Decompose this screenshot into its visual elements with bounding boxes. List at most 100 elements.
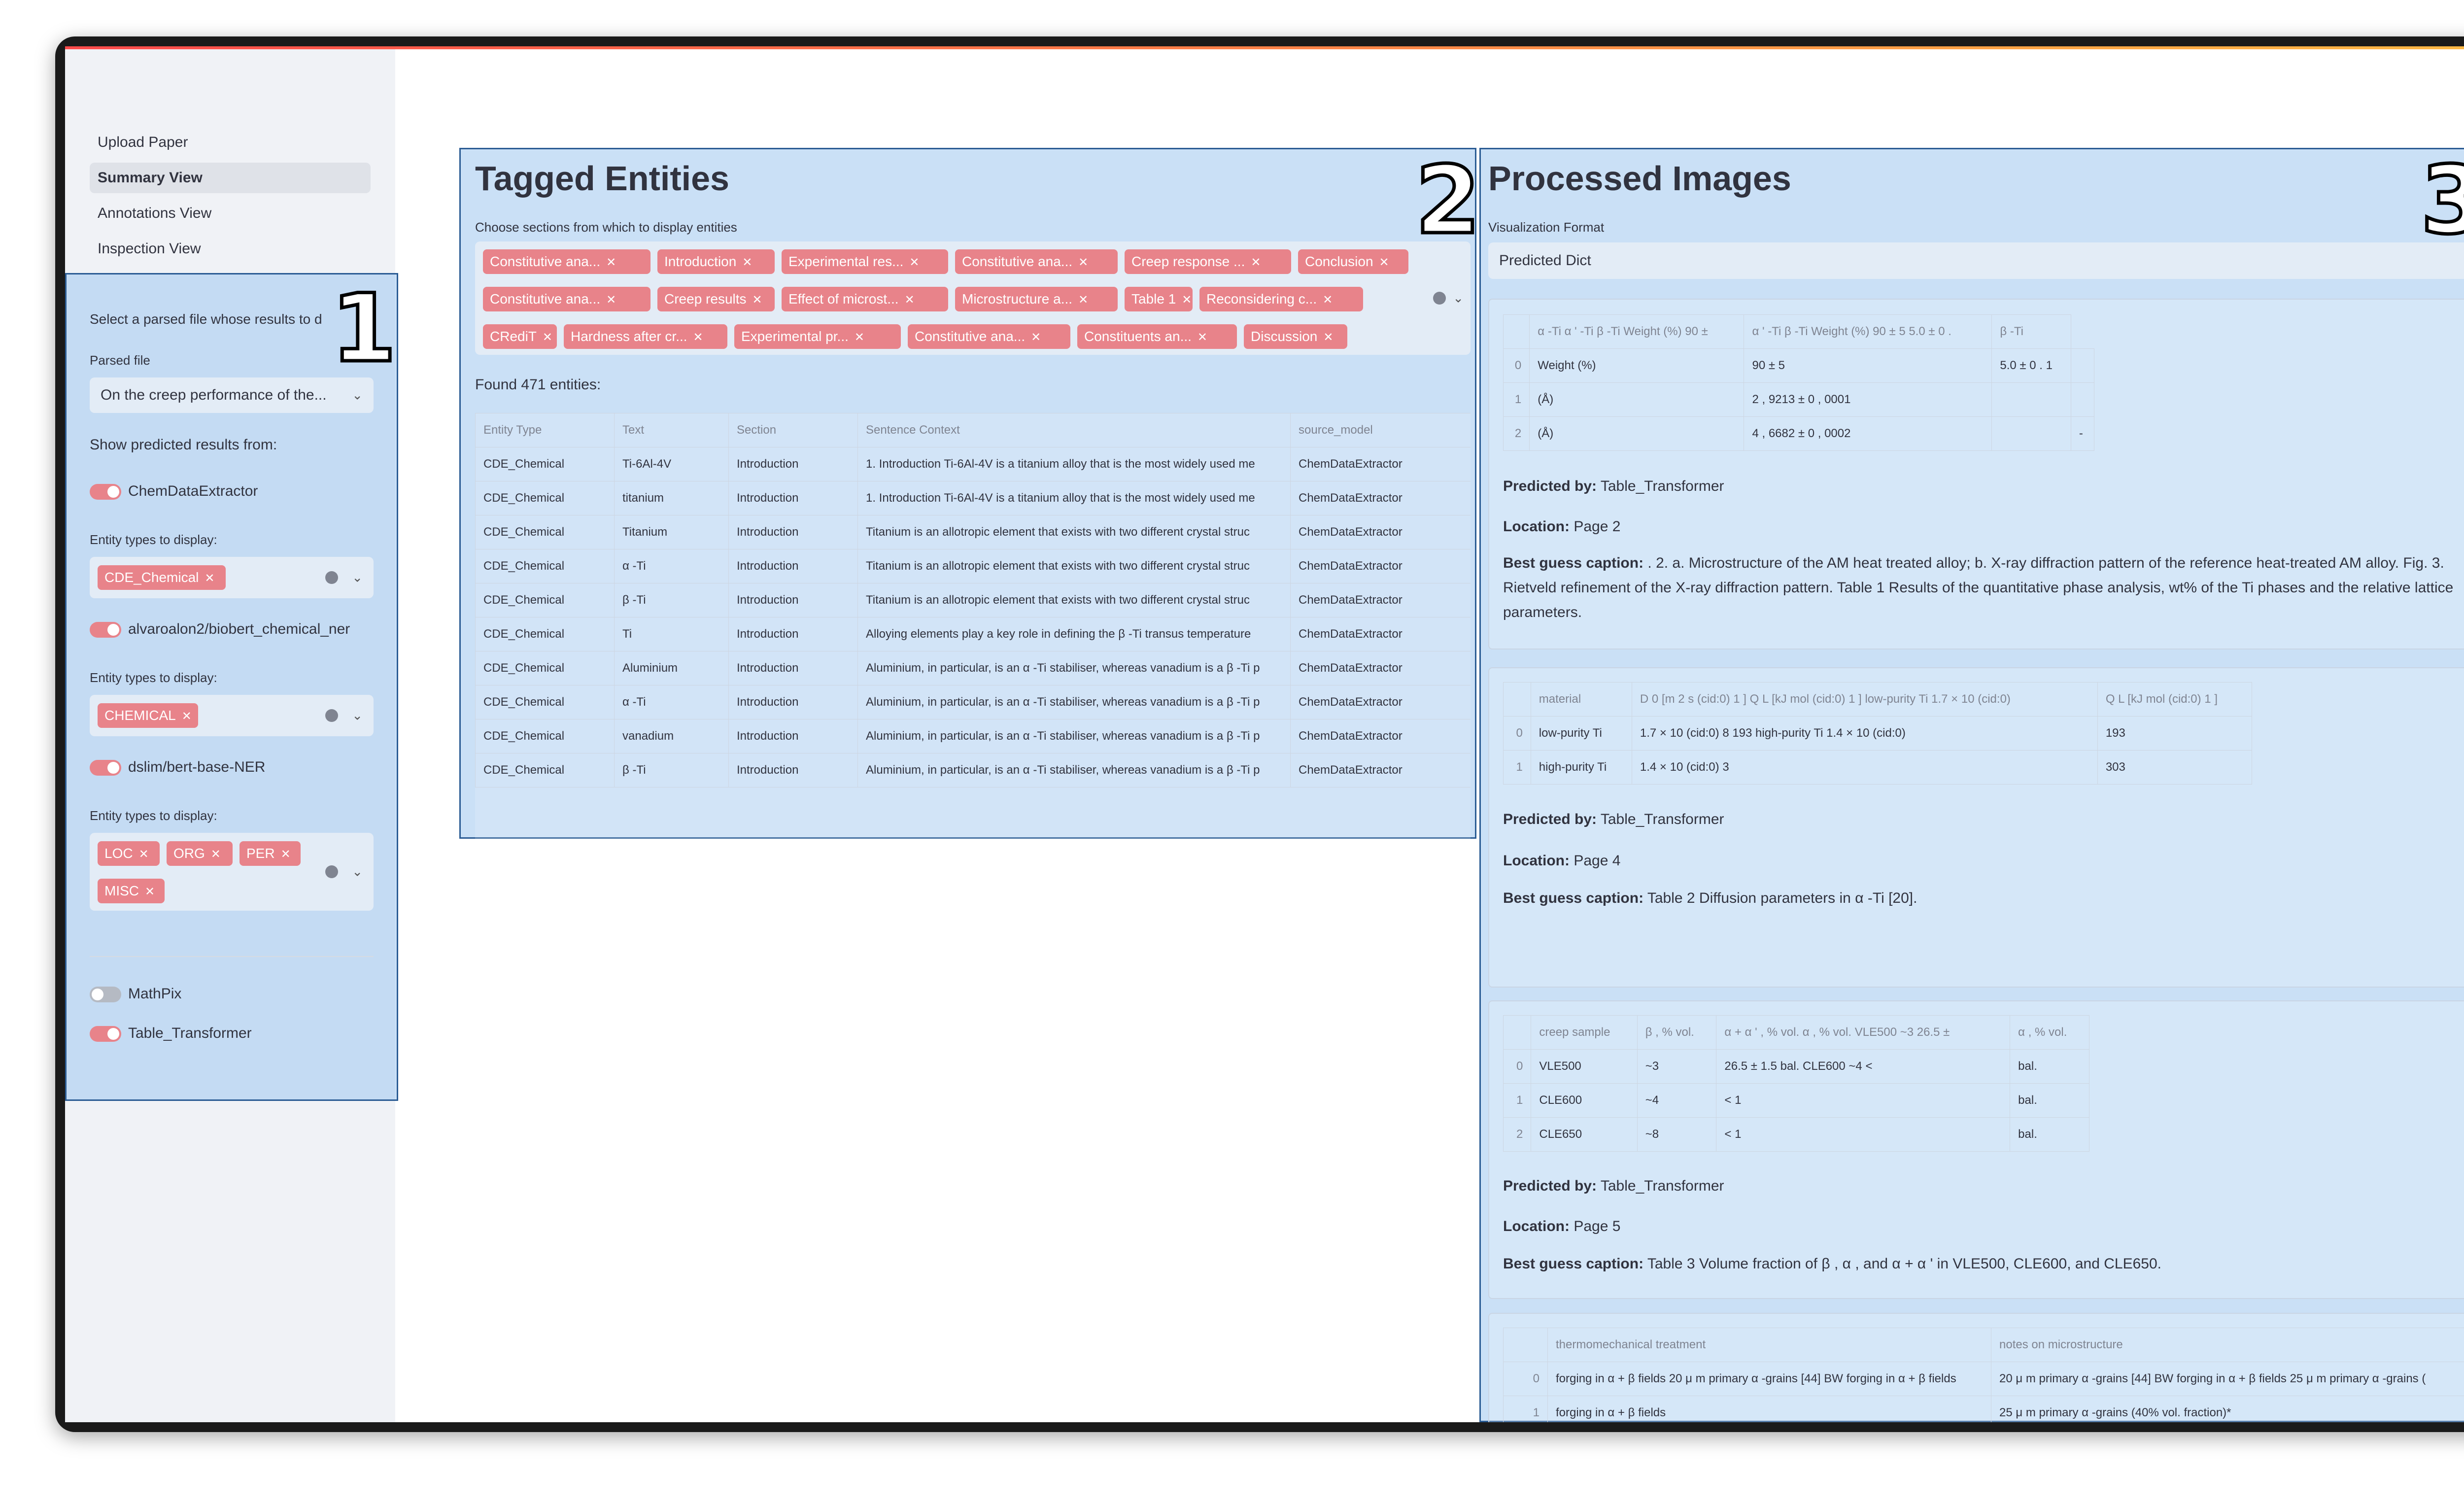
entity-tag[interactable]: LOC ✕ — [98, 841, 160, 866]
section-tag[interactable]: Constitutive ana... ✕ — [483, 249, 650, 274]
chevron-down-icon: ⌄ — [352, 387, 363, 403]
toggle-mathpix[interactable] — [90, 987, 121, 1002]
column-header[interactable]: Entity Type — [475, 413, 615, 447]
clear-icon[interactable] — [325, 865, 338, 878]
nav-annotations-view[interactable]: Annotations View — [90, 198, 371, 229]
table-row[interactable]: CDE_Chemical α -Ti Introduction Aluminium, … — [475, 685, 1471, 719]
chevron-down-icon: ⌄ — [352, 708, 363, 723]
section-tag[interactable]: Microstructure a... ✕ — [955, 287, 1118, 311]
accent-bar — [65, 46, 2464, 49]
section-tag[interactable]: Hardness after cr... ✕ — [564, 324, 727, 349]
entity-tag[interactable]: PER ✕ — [240, 841, 301, 866]
toggle-chemdataextractor[interactable] — [90, 484, 121, 500]
table-row[interactable]: CDE_Chemical β -Ti Introduction Aluminium, … — [475, 753, 1471, 787]
table-cell: Introduction — [728, 481, 858, 515]
table-cell: Introduction — [728, 685, 858, 719]
table-row: 0 forging in α + β fields 20 μ m primary … — [1503, 1362, 2464, 1396]
table-cell: β -Ti — [614, 583, 729, 617]
nav-summary-view[interactable]: Summary View — [90, 163, 371, 193]
row-index: 0 — [1503, 1362, 1548, 1396]
section-tag[interactable]: Experimental res... ✕ — [782, 249, 948, 274]
table-row: 1 high-purity Ti 1.4 × 10 (cid:0) 3 303 — [1503, 750, 2253, 785]
table-cell: - — [2070, 416, 2095, 451]
visualization-format-label: Visualization Format — [1488, 220, 1605, 235]
table-cell: Aluminium, in particular, is an α -Ti st… — [857, 685, 1291, 719]
toggle-bert-base-ner[interactable] — [90, 760, 121, 776]
section-tag[interactable]: Creep response ... ✕ — [1125, 249, 1291, 274]
section-tag[interactable]: Conclusion ✕ — [1298, 249, 1408, 274]
clear-icon[interactable] — [325, 571, 338, 584]
column-header[interactable]: Section — [728, 413, 858, 447]
table-row[interactable]: CDE_Chemical vanadium Introduction Aluminiu… — [475, 719, 1471, 753]
best-guess-caption: Best guess caption: Table 2 Diffusion pa… — [1503, 890, 1917, 906]
section-tag[interactable]: Table 1 ✕ — [1125, 287, 1193, 311]
found-entities-count: Found 471 entities: — [475, 376, 601, 393]
entity-tag[interactable]: ORG ✕ — [167, 841, 233, 866]
visualization-format-select[interactable]: Predicted Dict ⌄ — [1488, 242, 2464, 279]
location: Location: Page 4 — [1503, 853, 1621, 869]
section-tag[interactable]: Experimental pr... ✕ — [734, 324, 901, 349]
section-tag[interactable]: Constituents an... ✕ — [1077, 324, 1237, 349]
section-tag[interactable]: Discussion ✕ — [1244, 324, 1347, 349]
section-tag[interactable]: Constitutive ana... ✕ — [955, 249, 1118, 274]
table-cell: 20 μ m primary α -grains [44] BW forging… — [1991, 1362, 2464, 1396]
section-tag[interactable]: Constitutive ana... ✕ — [483, 287, 650, 311]
table-cell: ChemDataExtractor — [1290, 753, 1471, 787]
table-row[interactable]: CDE_Chemical titanium Introduction 1. Intro… — [475, 481, 1471, 515]
section-tag[interactable]: Introduction ✕ — [657, 249, 775, 274]
column-header[interactable]: Sentence Context — [857, 413, 1291, 447]
column-header: thermomechanical treatment — [1547, 1328, 1991, 1362]
column-header[interactable]: source_model — [1290, 413, 1471, 447]
column-header: β , % vol. — [1637, 1015, 1717, 1050]
table-row[interactable]: CDE_Chemical Ti Introduction Alloying eleme… — [475, 617, 1471, 651]
table-cell: Titanium is an allotropic element that e… — [857, 515, 1291, 549]
table-cell: Aluminium — [614, 651, 729, 685]
section-tag[interactable]: CRediT ✕ — [483, 324, 557, 349]
nav-upload-paper[interactable]: Upload Paper — [90, 127, 371, 158]
section-tag[interactable]: Creep results ✕ — [657, 287, 775, 311]
table-cell: < 1 — [1716, 1117, 2011, 1152]
table-cell: Titanium is an allotropic element that e… — [857, 583, 1291, 617]
column-header[interactable]: Text — [614, 413, 729, 447]
table-cell: CDE_Chemical — [475, 685, 615, 719]
model-label-chemdataextractor: ChemDataExtractor — [128, 483, 258, 499]
predicted-by: Predicted by: Table_Transformer — [1503, 811, 1724, 827]
table-cell: Introduction — [728, 753, 858, 787]
section-tag[interactable]: Effect of microst... ✕ — [782, 287, 948, 311]
toggle-table-transformer[interactable] — [90, 1026, 121, 1042]
toggle-biobert-chemical-ner[interactable] — [90, 622, 121, 638]
section-tag[interactable]: Reconsidering c... ✕ — [1199, 287, 1363, 311]
column-header: α , % vol. — [2010, 1015, 2089, 1050]
row-index: 1 — [1503, 1396, 1548, 1422]
annotation-number-1: 1 — [329, 274, 398, 383]
parsed-file-select[interactable]: On the creep performance of the... ⌄ — [90, 377, 374, 413]
parsed-file-value: On the creep performance of the... — [101, 387, 327, 403]
table-cell — [2070, 348, 2095, 383]
section-tag[interactable]: Constitutive ana... ✕ — [908, 324, 1070, 349]
column-header: α + α ' , % vol. α , % vol. VLE500 ~3 26… — [1716, 1015, 2011, 1050]
row-index: 0 — [1503, 716, 1531, 751]
table-row[interactable]: CDE_Chemical α -Ti Introduction Titanium is… — [475, 549, 1471, 583]
table-row[interactable]: CDE_Chemical Aluminium Introduction Alumini… — [475, 651, 1471, 685]
table-cell: 1.7 × 10 (cid:0) 8 193 high-purity Ti 1.… — [1631, 716, 2098, 751]
entity-tag[interactable]: CHEMICAL ✕ — [98, 703, 198, 728]
table-row[interactable]: CDE_Chemical Titanium Introduction Titanium… — [475, 515, 1471, 549]
table-row[interactable]: CDE_Chemical β -Ti Introduction Titanium is… — [475, 583, 1471, 617]
table-cell: Titanium is an allotropic element that e… — [857, 549, 1291, 583]
entity-types-label: Entity types to display: — [90, 808, 217, 823]
table-cell: ~4 — [1637, 1083, 1717, 1118]
sections-label: Choose sections from which to display en… — [475, 220, 737, 235]
parsed-file-label: Parsed file — [90, 353, 150, 368]
app-window: Upload Paper Summary View Annotations Vi… — [65, 46, 2464, 1422]
table-cell: < 1 — [1716, 1083, 2011, 1118]
entity-tag[interactable]: MISC ✕ — [98, 879, 165, 903]
nav-inspection-view[interactable]: Inspection View — [90, 234, 371, 264]
clear-icon[interactable] — [1433, 292, 1446, 305]
entities-table-wrapper[interactable]: Entity Type Text Section Sentence Context so… — [475, 413, 1471, 847]
table-row: 1 forging in α + β fields 25 μ m primary α… — [1503, 1396, 2464, 1422]
clear-icon[interactable] — [325, 709, 338, 722]
table-cell: 2 , 9213 ± 0 , 0001 — [1744, 382, 1992, 417]
entity-tag[interactable]: CDE_Chemical ✕ — [98, 565, 226, 590]
table-cell: 25 μ m primary α -grains (40% vol. fract… — [1991, 1396, 2464, 1422]
table-row[interactable]: CDE_Chemical Ti-6Al-4V Introduction 1. Intr… — [475, 447, 1471, 481]
